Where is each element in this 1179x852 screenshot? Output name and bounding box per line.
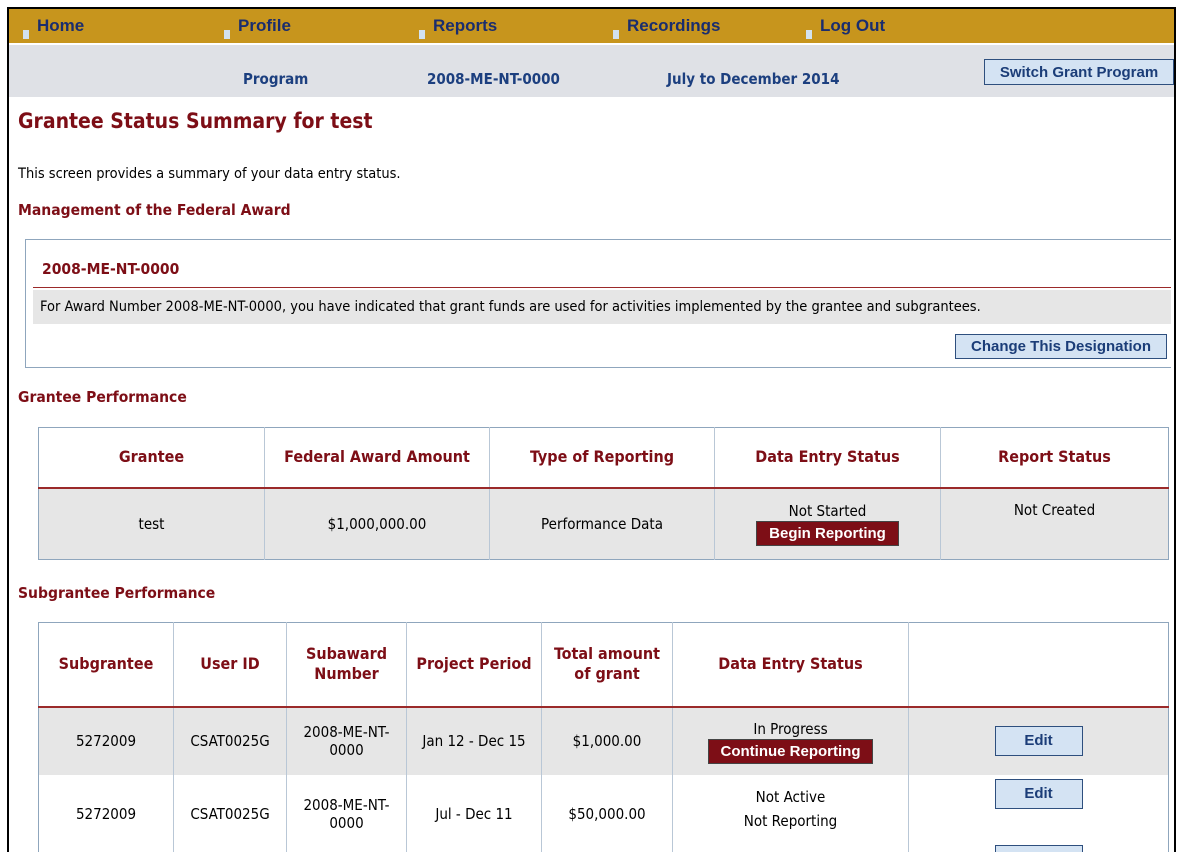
award-panel: 2008-ME-NT-0000 For Award Number 2008-ME… [25, 239, 1171, 368]
data-entry-status-cell: Not Active Not Reporting [673, 775, 909, 852]
page-frame: Home Profile Reports Recordings Log Out … [7, 7, 1176, 852]
report-status: Not Created [941, 488, 1169, 560]
column-header: Data Entry Status [715, 428, 941, 488]
begin-reporting-button[interactable]: Begin Reporting [756, 521, 899, 546]
total-amount: $50,000.00 [542, 775, 673, 852]
nav-logout-link[interactable]: Log Out [806, 9, 885, 43]
data-entry-status: Not Active [677, 787, 904, 807]
nav-bullet-icon [224, 30, 230, 39]
award-designation-text: For Award Number 2008-ME-NT-0000, you ha… [40, 299, 981, 315]
user-id: CSAT0025G [174, 707, 287, 775]
edit-button[interactable]: Edit [995, 779, 1083, 809]
top-nav: Home Profile Reports Recordings Log Out [9, 9, 1174, 43]
action-cell: Edit [909, 775, 1169, 852]
grantee-performance-table: Grantee Federal Award Amount Type of Rep… [38, 427, 1169, 560]
page-intro: This screen provides a summary of your d… [18, 166, 401, 182]
table-header-row: Subgrantee User ID Subaward Number Proje… [39, 623, 1169, 707]
program-bar: Program 2008-ME-NT-0000 July to December… [9, 45, 1174, 97]
nav-home-link[interactable]: Home [23, 9, 84, 43]
switch-grant-program-button[interactable]: Switch Grant Program [984, 59, 1174, 85]
subgrantee-performance-table: Subgrantee User ID Subaward Number Proje… [38, 622, 1169, 852]
nav-reports-label: Reports [433, 9, 497, 43]
nav-home-label: Home [37, 9, 84, 43]
nav-bullet-icon [23, 30, 29, 39]
program-label: Program [243, 70, 308, 88]
column-header [909, 623, 1169, 707]
type-of-reporting: Performance Data [490, 488, 715, 560]
continue-reporting-button[interactable]: Continue Reporting [708, 739, 874, 764]
award-id: 2008-ME-NT-0000 [42, 260, 179, 278]
subaward-number: 2008-ME-NT-0000 [287, 775, 407, 852]
column-header: User ID [174, 623, 287, 707]
column-header: Subaward Number [287, 623, 407, 707]
column-header: Grantee [39, 428, 265, 488]
reporting-status: Not Reporting [677, 811, 904, 831]
nav-recordings-label: Recordings [627, 9, 721, 43]
column-header: Subgrantee [39, 623, 174, 707]
table-row: 5272009 CSAT0025G 2008-ME-NT-0000 Jul - … [39, 775, 1169, 852]
data-entry-status-cell: In Progress Continue Reporting [673, 707, 909, 775]
project-period: Jul - Dec 11 [407, 775, 542, 852]
subaward-number: 2008-ME-NT-0000 [287, 707, 407, 775]
reporting-period: July to December 2014 [667, 70, 839, 88]
data-entry-status: Not Started [719, 501, 936, 521]
column-header: Data Entry Status [673, 623, 909, 707]
management-heading: Management of the Federal Award [18, 201, 291, 219]
nav-bullet-icon [613, 30, 619, 39]
nav-profile-link[interactable]: Profile [224, 9, 291, 43]
award-divider [33, 287, 1171, 288]
change-designation-button[interactable]: Change This Designation [955, 334, 1167, 359]
nav-recordings-link[interactable]: Recordings [613, 9, 721, 43]
subgrantee-performance-heading: Subgrantee Performance [18, 584, 215, 602]
table-row: test $1,000,000.00 Performance Data Not … [39, 488, 1169, 560]
column-header: Type of Reporting [490, 428, 715, 488]
grantee-name: test [39, 488, 265, 560]
action-cell: Edit [909, 707, 1169, 775]
column-header: Project Period [407, 623, 542, 707]
data-entry-status-cell: Not Started Begin Reporting [715, 488, 941, 560]
table-header-row: Grantee Federal Award Amount Type of Rep… [39, 428, 1169, 488]
column-header: Report Status [941, 428, 1169, 488]
federal-award-amount: $1,000,000.00 [265, 488, 490, 560]
subgrantee-id: 5272009 [39, 775, 174, 852]
nav-logout-label: Log Out [820, 9, 885, 43]
data-entry-status: In Progress [677, 719, 904, 739]
table-row: 5272009 CSAT0025G 2008-ME-NT-0000 Jan 12… [39, 707, 1169, 775]
subgrantee-id: 5272009 [39, 707, 174, 775]
project-period: Jan 12 - Dec 15 [407, 707, 542, 775]
nav-bullet-icon [419, 30, 425, 39]
edit-button[interactable]: Edit [995, 726, 1083, 756]
page-title: Grantee Status Summary for test [18, 109, 373, 133]
award-number: 2008-ME-NT-0000 [427, 70, 560, 88]
nav-profile-label: Profile [238, 9, 291, 43]
secondary-action-button[interactable] [995, 845, 1083, 852]
grantee-performance-heading: Grantee Performance [18, 388, 187, 406]
nav-bullet-icon [806, 30, 812, 39]
column-header: Total amount of grant [542, 623, 673, 707]
total-amount: $1,000.00 [542, 707, 673, 775]
column-header: Federal Award Amount [265, 428, 490, 488]
user-id: CSAT0025G [174, 775, 287, 852]
nav-reports-link[interactable]: Reports [419, 9, 497, 43]
